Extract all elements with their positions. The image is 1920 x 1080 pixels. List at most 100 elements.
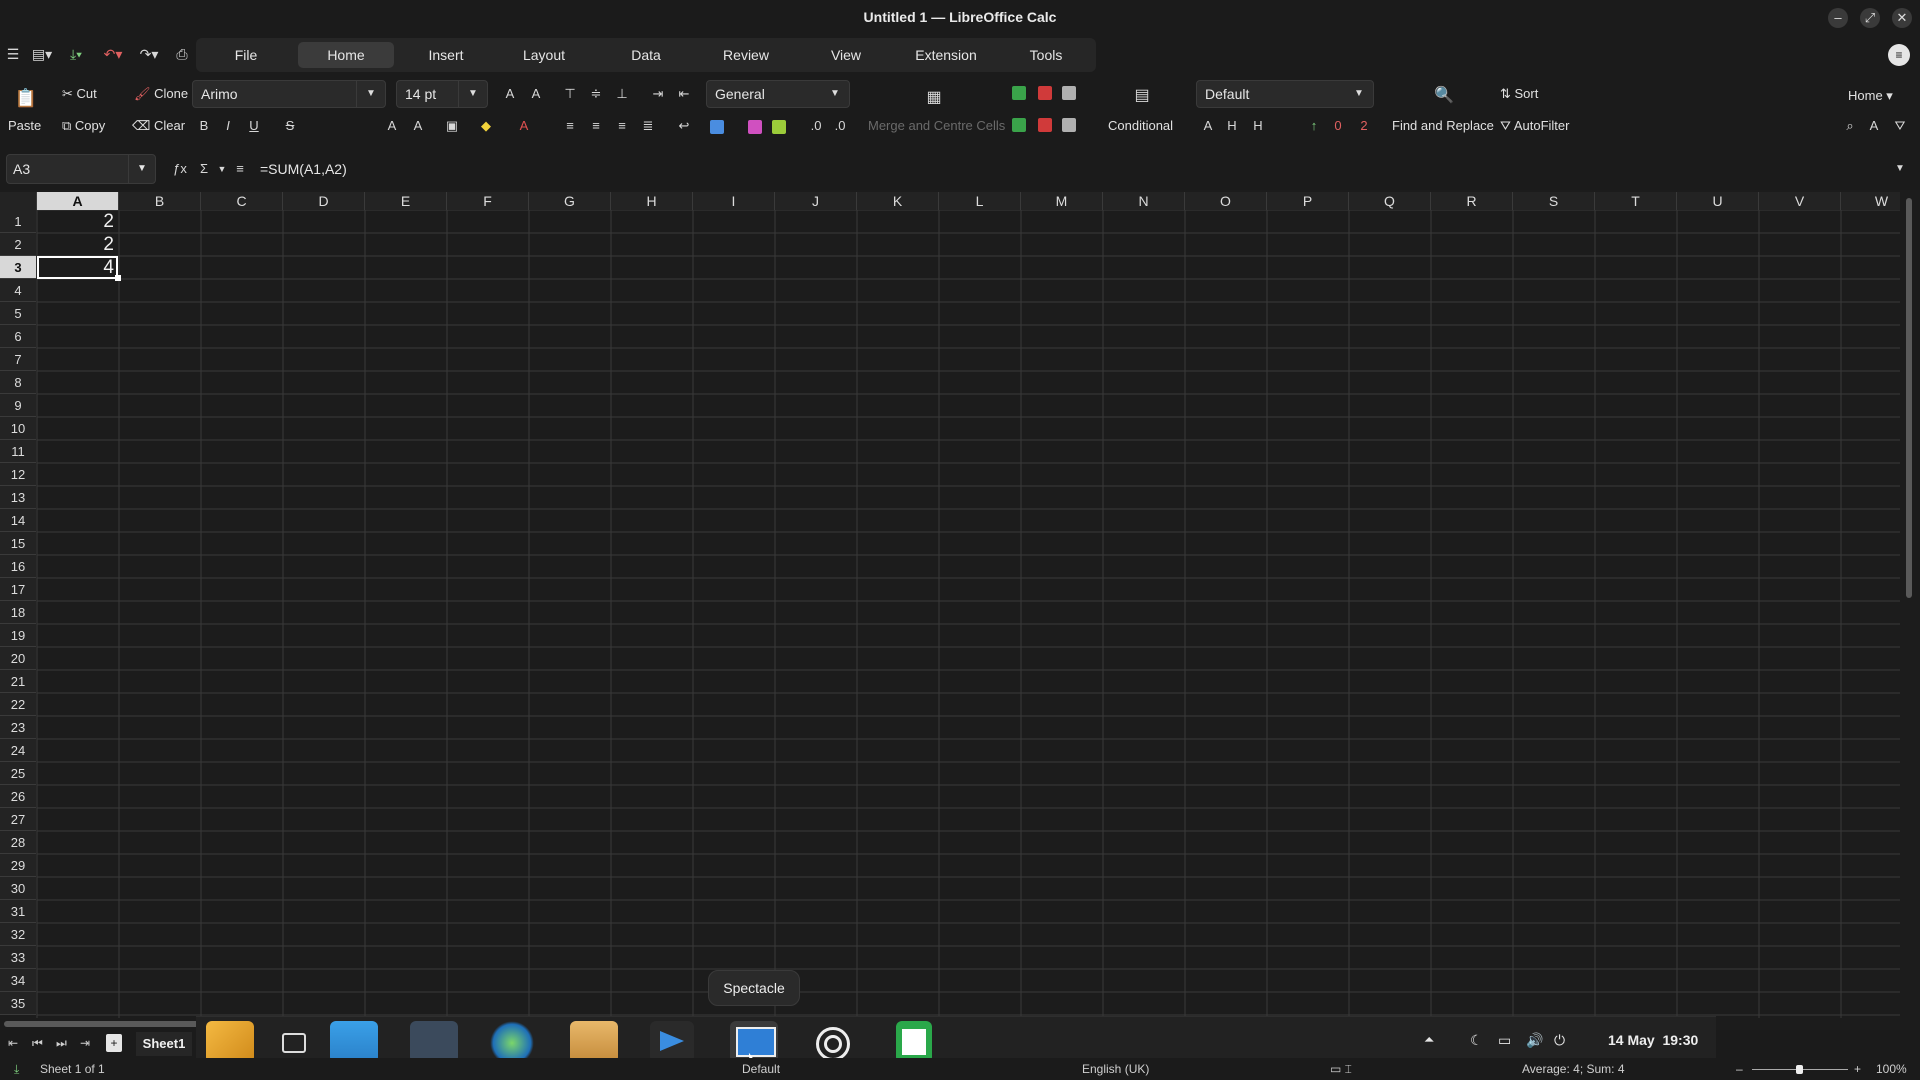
row-header-34[interactable]: 34 <box>0 969 36 992</box>
shadow-icon[interactable]: A <box>384 118 400 134</box>
row-header-30[interactable]: 30 <box>0 877 36 900</box>
column-header-m[interactable]: M <box>1021 192 1103 210</box>
clear-button[interactable]: ⌫ Clear <box>132 118 185 134</box>
row-header-32[interactable]: 32 <box>0 923 36 946</box>
row-header-25[interactable]: 25 <box>0 762 36 785</box>
chevron-down-icon[interactable]: ▼ <box>1345 81 1373 107</box>
column-header-t[interactable]: T <box>1595 192 1677 210</box>
column-header-p[interactable]: P <box>1267 192 1349 210</box>
autofilter-button[interactable]: ⛛ AutoFilter <box>1500 118 1569 134</box>
home-menu-button[interactable]: Home ▾ <box>1848 88 1893 104</box>
row-header-1[interactable]: 1 <box>0 210 36 233</box>
heading2-icon[interactable]: H <box>1250 118 1266 134</box>
row-header-12[interactable]: 12 <box>0 463 36 486</box>
column-header-j[interactable]: J <box>775 192 857 210</box>
column-header-s[interactable]: S <box>1513 192 1595 210</box>
row-header-15[interactable]: 15 <box>0 532 36 555</box>
row-header-5[interactable]: 5 <box>0 302 36 325</box>
zoom-level[interactable]: 100% <box>1876 1060 1907 1078</box>
number-icon[interactable] <box>772 120 786 134</box>
italic-icon[interactable]: I <box>220 118 236 134</box>
column-header-l[interactable]: L <box>939 192 1021 210</box>
row-header-11[interactable]: 11 <box>0 440 36 463</box>
cell-a2[interactable]: 2 <box>37 233 118 256</box>
tab-review[interactable]: Review <box>708 42 784 68</box>
percent-icon[interactable] <box>748 120 762 134</box>
chevron-down-icon[interactable]: ▼ <box>128 155 155 183</box>
tray-arrow-icon[interactable]: ⏶ <box>1424 1032 1434 1048</box>
expand-formula-icon[interactable]: ▼ <box>1892 161 1908 177</box>
fill-handle[interactable] <box>115 275 121 281</box>
row-header-33[interactable]: 33 <box>0 946 36 969</box>
find-replace-icon[interactable]: 🔍 <box>1434 88 1454 104</box>
row-header-2[interactable]: 2 <box>0 233 36 256</box>
highlight-icon[interactable]: ◆ <box>478 118 494 134</box>
add-decimal-icon[interactable]: .0 <box>808 118 824 134</box>
next-sheet-icon[interactable]: ⏭ <box>56 1036 67 1051</box>
selection-mode-icon[interactable]: ▭ ⌶ <box>1330 1060 1352 1078</box>
justify-icon[interactable]: ≣ <box>640 118 656 134</box>
column-header-r[interactable]: R <box>1431 192 1513 210</box>
select-all-corner[interactable] <box>0 192 37 210</box>
sort-ascending-icon[interactable]: ↑ <box>1306 118 1322 134</box>
row-header-29[interactable]: 29 <box>0 854 36 877</box>
clear-filter-icon[interactable]: ⛛ <box>1892 118 1908 134</box>
clone-button[interactable]: 🖌 Clone <box>134 86 188 102</box>
cell-a1[interactable]: 2 <box>37 210 118 233</box>
strikethrough-icon[interactable]: S <box>282 118 298 134</box>
software-app-icon[interactable] <box>570 1021 618 1063</box>
error-icon[interactable]: 2 <box>1356 118 1372 134</box>
font-color-icon[interactable]: A <box>516 118 532 134</box>
column-header-f[interactable]: F <box>447 192 529 210</box>
copy-button[interactable]: ⧉ Copy <box>62 118 105 134</box>
column-header-d[interactable]: D <box>283 192 365 210</box>
vertical-scroll-thumb[interactable] <box>1906 198 1912 598</box>
bold-icon[interactable]: B <box>196 118 212 134</box>
align-center-icon[interactable]: ≡ <box>588 118 604 134</box>
heading1-icon[interactable]: H <box>1224 118 1240 134</box>
last-sheet-icon[interactable]: ⇥ <box>80 1036 90 1050</box>
column-header-c[interactable]: C <box>201 192 283 210</box>
row-header-10[interactable]: 10 <box>0 417 36 440</box>
row-header-8[interactable]: 8 <box>0 371 36 394</box>
vertical-scrollbar[interactable] <box>1900 192 1920 1018</box>
column-header-u[interactable]: U <box>1677 192 1759 210</box>
delete-rows-icon[interactable] <box>1038 86 1052 100</box>
row-header-23[interactable]: 23 <box>0 716 36 739</box>
paste-button[interactable]: Paste <box>8 118 41 133</box>
tab-tools[interactable]: Tools <box>1010 42 1082 68</box>
conditional-format-icon[interactable]: ▤ <box>1134 88 1150 104</box>
delete-columns-icon[interactable] <box>1038 118 1052 132</box>
row-header-35[interactable]: 35 <box>0 992 36 1015</box>
row-header-3[interactable]: 3 <box>0 256 36 279</box>
tab-file[interactable]: File <box>210 42 282 68</box>
undo-icon[interactable]: ↶▾ <box>98 44 128 64</box>
window-switcher-icon[interactable] <box>272 1021 312 1063</box>
columns-menu-icon[interactable] <box>1062 118 1076 132</box>
align-right-icon[interactable]: ≡ <box>614 118 630 134</box>
share-app-icon[interactable] <box>650 1021 694 1063</box>
night-mode-icon[interactable]: ☾ <box>1470 1032 1483 1049</box>
row-header-22[interactable]: 22 <box>0 693 36 716</box>
sum-icon[interactable]: Σ <box>196 161 212 177</box>
files-app-icon[interactable] <box>330 1021 378 1063</box>
zoom-out-icon[interactable]: – <box>1736 1060 1743 1078</box>
align-top-icon[interactable]: ⊤ <box>562 86 578 102</box>
insert-rows-icon[interactable] <box>1012 86 1026 100</box>
redo-icon[interactable]: ↷▾ <box>134 44 164 64</box>
tab-data[interactable]: Data <box>610 42 682 68</box>
row-header-24[interactable]: 24 <box>0 739 36 762</box>
function-wizard-icon[interactable]: ƒx <box>172 161 188 177</box>
cell-style-box[interactable]: Default ▼ <box>1196 80 1374 108</box>
row-header-31[interactable]: 31 <box>0 900 36 923</box>
column-header-e[interactable]: E <box>365 192 447 210</box>
insert-columns-icon[interactable] <box>1012 118 1026 132</box>
heading-style-icon[interactable]: A <box>1200 118 1216 134</box>
tab-view[interactable]: View <box>810 42 882 68</box>
font-size-box[interactable]: 14 pt ▼ <box>396 80 488 108</box>
search-icon[interactable]: ⌕ <box>1842 118 1858 134</box>
borders-icon[interactable]: ▣ <box>444 118 460 134</box>
terminal-app-icon[interactable] <box>410 1021 458 1063</box>
row-header-18[interactable]: 18 <box>0 601 36 624</box>
formula-icon[interactable]: ≡ <box>232 161 248 177</box>
